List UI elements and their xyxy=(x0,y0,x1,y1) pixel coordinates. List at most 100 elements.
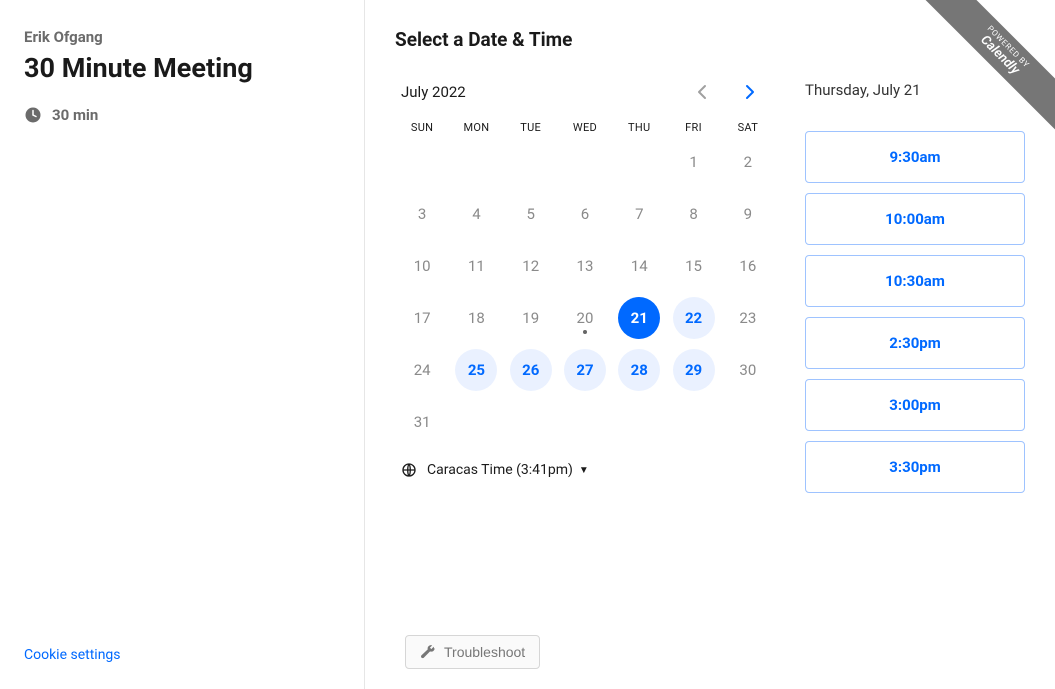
calendar-cell: 17 xyxy=(395,296,449,340)
calendar-cell: 6 xyxy=(558,192,612,236)
calendar-cell: 22 xyxy=(666,296,720,340)
calendar-cell: 30 xyxy=(721,348,775,392)
troubleshoot-button[interactable]: Troubleshoot xyxy=(405,635,540,669)
calendar-grid: 1234567891011121314151617181920212223242… xyxy=(395,140,775,444)
calendar-month-label: July 2022 xyxy=(401,83,466,101)
calendar-day-available[interactable]: 29 xyxy=(673,349,715,391)
calendar-cell: 4 xyxy=(449,192,503,236)
calendar-cell: 20 xyxy=(558,296,612,340)
calendar-cell: 23 xyxy=(721,296,775,340)
calendar-day-available[interactable]: 28 xyxy=(618,349,660,391)
event-title: 30 Minute Meeting xyxy=(24,52,334,84)
calendar-cell: 9 xyxy=(721,192,775,236)
calendar-cell: 13 xyxy=(558,244,612,288)
calendar-cell: 29 xyxy=(666,348,720,392)
calendar-cell: 26 xyxy=(504,348,558,392)
time-slot-button[interactable]: 10:30am xyxy=(805,255,1025,307)
calendar-cell: 2 xyxy=(721,140,775,184)
calendar-cell: 14 xyxy=(612,244,666,288)
event-duration: 30 min xyxy=(24,106,334,124)
calendar-cell: 31 xyxy=(395,400,449,444)
calendar-day: 19 xyxy=(510,297,552,339)
clock-icon xyxy=(24,106,42,124)
calendar-day: 15 xyxy=(673,245,715,287)
calendar-day-available[interactable]: 22 xyxy=(673,297,715,339)
calendar-day: 5 xyxy=(510,193,552,235)
calendar-day: 13 xyxy=(564,245,606,287)
calendar-day-available[interactable]: 25 xyxy=(455,349,497,391)
calendar-cell: 3 xyxy=(395,192,449,236)
calendar-day: 30 xyxy=(727,349,769,391)
powered-by-text: POWERED BY xyxy=(927,0,1055,128)
time-slot-button[interactable]: 2:30pm xyxy=(805,317,1025,369)
time-slot-button[interactable]: 3:30pm xyxy=(805,441,1025,493)
calendar-day: 8 xyxy=(673,193,715,235)
calendar-cell: 5 xyxy=(504,192,558,236)
calendar-cell: 1 xyxy=(666,140,720,184)
calendar-cell xyxy=(558,140,612,184)
dow-label: SAT xyxy=(721,121,775,134)
dow-label: FRI xyxy=(666,121,720,134)
time-slot-list: 9:30am10:00am10:30am2:30pm3:00pm3:30pm xyxy=(805,131,1025,493)
calendar-day: 3 xyxy=(401,193,443,235)
calendar-cell xyxy=(395,140,449,184)
calendar-day: 4 xyxy=(455,193,497,235)
next-month-button[interactable] xyxy=(735,77,765,107)
calendar-cell: 12 xyxy=(504,244,558,288)
calendar-day: 10 xyxy=(401,245,443,287)
calendar-day: 17 xyxy=(401,297,443,339)
chevron-left-icon xyxy=(697,84,707,100)
calendar-cell xyxy=(612,140,666,184)
calendar-day: 7 xyxy=(618,193,660,235)
calendar-cell: 7 xyxy=(612,192,666,236)
calendar-day-available[interactable]: 27 xyxy=(564,349,606,391)
dow-label: WED xyxy=(558,121,612,134)
timezone-selector[interactable]: Caracas Time (3:41pm) ▼ xyxy=(401,462,775,478)
time-slot-button[interactable]: 3:00pm xyxy=(805,379,1025,431)
sidebar: Erik Ofgang 30 Minute Meeting 30 min Coo… xyxy=(0,0,365,689)
calendar-day: 12 xyxy=(510,245,552,287)
calendar-day-selected[interactable]: 21 xyxy=(618,297,660,339)
calendar-cell: 10 xyxy=(395,244,449,288)
calendar-cell: 8 xyxy=(666,192,720,236)
calendar-cell: 28 xyxy=(612,348,666,392)
calendar-cell: 24 xyxy=(395,348,449,392)
calendar-cell: 11 xyxy=(449,244,503,288)
timezone-label: Caracas Time (3:41pm) xyxy=(427,462,573,478)
calendar-cell xyxy=(449,140,503,184)
caret-down-icon: ▼ xyxy=(579,465,589,476)
dow-label: TUE xyxy=(504,121,558,134)
calendar-cell: 25 xyxy=(449,348,503,392)
calendar-day: 18 xyxy=(455,297,497,339)
cookie-settings-link[interactable]: Cookie settings xyxy=(24,647,334,669)
calendar-day: 31 xyxy=(401,401,443,443)
calendar-cell: 18 xyxy=(449,296,503,340)
calendar-cell: 27 xyxy=(558,348,612,392)
host-name: Erik Ofgang xyxy=(24,28,334,46)
duration-text: 30 min xyxy=(52,106,98,124)
time-slot-button[interactable]: 10:00am xyxy=(805,193,1025,245)
wrench-icon xyxy=(420,644,436,660)
calendar-day: 11 xyxy=(455,245,497,287)
calendar-day: 23 xyxy=(727,297,769,339)
calendar-cell: 15 xyxy=(666,244,720,288)
calendar-cell: 21 xyxy=(612,296,666,340)
prev-month-button[interactable] xyxy=(687,77,717,107)
calendar-day: 20 xyxy=(564,297,606,339)
calendar-day: 6 xyxy=(564,193,606,235)
dow-label: SUN xyxy=(395,121,449,134)
calendar-day: 1 xyxy=(673,141,715,183)
calendar-cell: 19 xyxy=(504,296,558,340)
calendar-day: 16 xyxy=(727,245,769,287)
dow-label: THU xyxy=(612,121,666,134)
calendar-day: 9 xyxy=(727,193,769,235)
calendar-cell: 16 xyxy=(721,244,775,288)
troubleshoot-label: Troubleshoot xyxy=(444,644,525,660)
calendar-day-available[interactable]: 26 xyxy=(510,349,552,391)
powered-by-ribbon[interactable]: POWERED BY Calendly xyxy=(905,0,1055,150)
calendar-day: 2 xyxy=(727,141,769,183)
calendar-day: 24 xyxy=(401,349,443,391)
globe-icon xyxy=(401,462,417,478)
calendar-cell xyxy=(504,140,558,184)
dow-label: MON xyxy=(449,121,503,134)
